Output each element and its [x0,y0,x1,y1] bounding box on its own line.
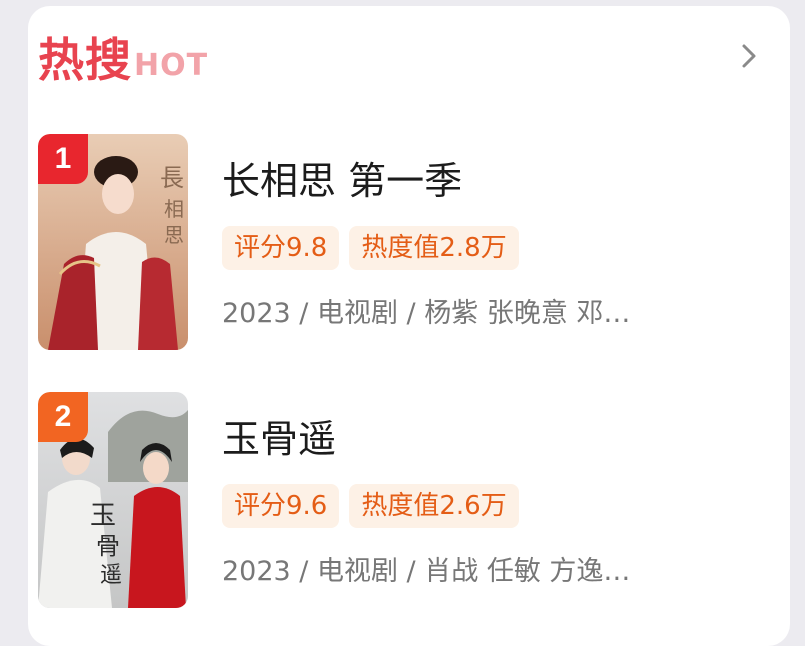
rank-badge: 2 [38,392,88,442]
list-item[interactable]: 長 相 思 1 长相思 第一季 评分9.8 热度值2.8万 2023 / 电视剧… [38,134,728,350]
list-item[interactable]: 玉 骨 遥 2 玉骨遥 评分9.6 热度值2.6万 2023 / 电视剧 / 肖… [38,392,728,608]
score-tag: 评分9.6 [222,484,340,528]
poster-image[interactable]: 玉 骨 遥 2 [38,392,188,608]
tag-row: 评分9.6 热度值2.6万 [222,484,529,528]
section-title: 热搜 [38,33,132,87]
svg-text:思: 思 [164,223,184,247]
chevron-right-icon [742,44,756,68]
heat-tag: 热度值2.6万 [349,484,519,528]
item-meta: 2023 / 电视剧 / 杨紫 张晚意 邓… [222,298,631,329]
section-header: 热搜 HOT [38,22,208,92]
tag-row: 评分9.8 热度值2.8万 [222,226,529,270]
item-meta: 2023 / 电视剧 / 肖战 任敏 方逸… [222,556,631,587]
item-title[interactable]: 长相思 第一季 [222,156,462,206]
rank-badge: 1 [38,134,88,184]
svg-text:相: 相 [164,197,184,221]
svg-text:長: 長 [160,164,184,192]
svg-text:遥: 遥 [100,563,122,588]
svg-text:骨: 骨 [96,532,120,560]
poster-image[interactable]: 長 相 思 1 [38,134,188,350]
svg-text:玉: 玉 [90,501,116,531]
hot-badge: HOT [134,48,209,83]
more-button[interactable] [735,36,765,76]
score-tag: 评分9.8 [222,226,340,270]
item-title[interactable]: 玉骨遥 [222,414,336,464]
heat-tag: 热度值2.8万 [349,226,519,270]
